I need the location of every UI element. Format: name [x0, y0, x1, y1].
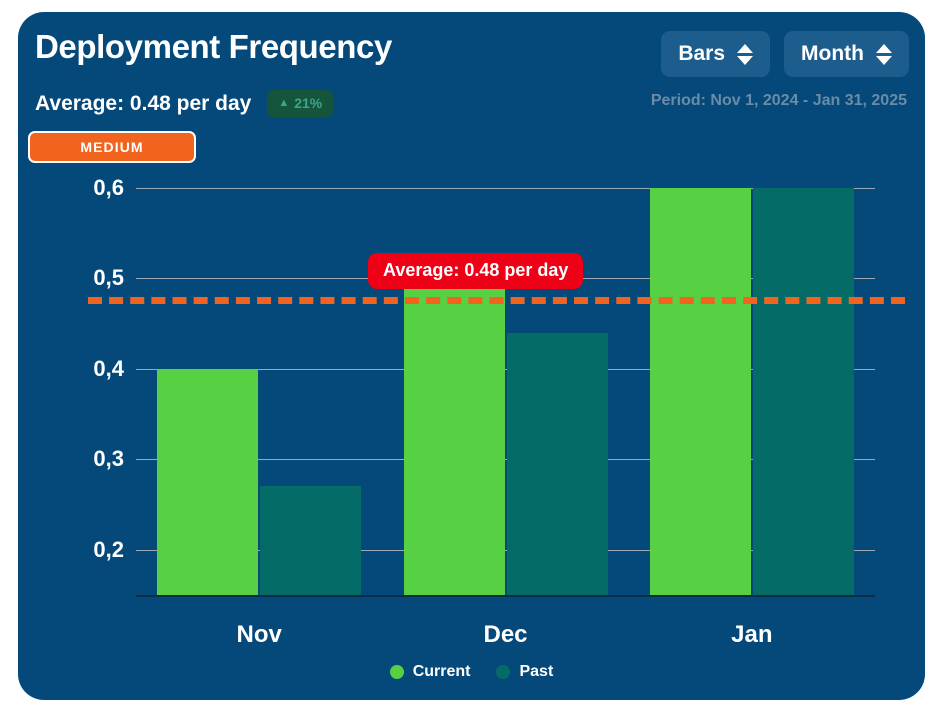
metric-card: Deployment Frequency Average: 0.48 per d…: [18, 12, 925, 700]
x-axis-line: [382, 595, 629, 597]
legend-label: Past: [519, 663, 554, 680]
bar-jan-past[interactable]: [752, 188, 854, 595]
legend-label: Current: [412, 663, 471, 680]
legend-color-swatch: [496, 665, 511, 679]
y-axis-tick-label: 0,2: [93, 536, 124, 562]
bar-nov-current[interactable]: [157, 368, 259, 595]
bar-dec-current[interactable]: [403, 269, 505, 595]
y-axis-tick-label: 0,3: [93, 446, 124, 472]
bar-jan-current[interactable]: [649, 188, 751, 595]
y-axis-tick-label: 0,5: [93, 265, 124, 291]
x-axis-tick-label: Dec: [483, 621, 528, 648]
legend-item-current[interactable]: Current: [389, 663, 471, 681]
bar-nov-past[interactable]: [260, 486, 362, 595]
x-axis-line: [136, 595, 383, 597]
legend-item-past[interactable]: Past: [496, 663, 553, 681]
average-threshold-line: [88, 296, 905, 304]
legend-color-swatch: [389, 665, 404, 679]
x-axis-line: [628, 595, 875, 597]
average-threshold-badge: Average: 0.48 per day: [368, 252, 584, 289]
bar-chart: 0,6 0,5 0,4 0,3 0,2 Nov Dec Jan Average: 0.48 pe…: [18, 12, 925, 700]
chart-legend: Current Past: [18, 663, 925, 681]
y-axis-tick-label: 0,6: [93, 175, 124, 200]
y-axis-tick-label: 0,4: [93, 355, 124, 381]
bar-dec-past[interactable]: [506, 332, 608, 595]
x-axis-tick-label: Jan: [731, 621, 773, 648]
x-axis-tick-label: Nov: [236, 621, 282, 648]
